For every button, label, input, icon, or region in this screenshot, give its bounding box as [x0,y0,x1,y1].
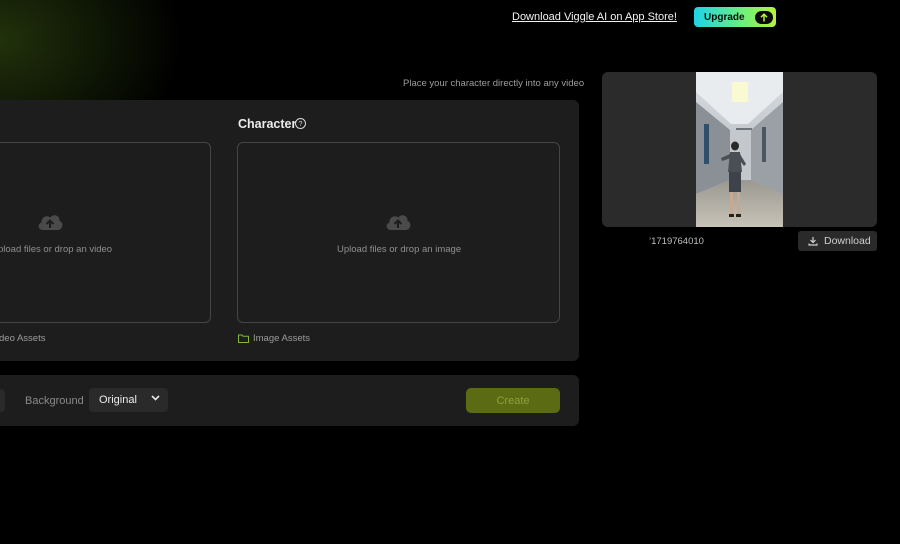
download-icon [808,237,818,246]
upload-cloud-icon [38,215,63,230]
cut-off-control[interactable] [0,389,5,412]
video-upload-text: pload files or drop an video [0,244,113,255]
tagline: Place your character directly into any v… [403,78,585,89]
result-file-name: ’1719764010 [649,236,704,247]
folder-icon [238,334,249,343]
background-select[interactable]: Original [89,388,168,412]
download-label: Download [824,235,871,247]
background-label: Background [25,395,84,407]
image-upload-text: Upload files or drop an image [337,244,462,255]
app-store-link[interactable]: Download Viggle AI on App Store! [512,11,677,23]
upload-cloud-icon [386,215,411,230]
upgrade-button[interactable]: Upgrade [694,7,776,27]
video-assets-link[interactable]: deo Assets [0,333,45,344]
result-preview[interactable] [602,72,877,227]
image-assets-link[interactable]: Image Assets [253,333,310,344]
arrow-up-icon [754,10,773,24]
chevron-down-icon [151,395,160,401]
video-dropzone[interactable] [0,142,211,323]
create-button[interactable]: Create [466,388,560,413]
download-button[interactable]: Download [798,231,877,251]
character-title: Character [238,117,297,131]
background-select-value: Original [99,394,137,406]
help-circle-icon[interactable]: ? [295,118,306,129]
upgrade-label: Upgrade [704,11,745,23]
create-label: Create [496,394,530,407]
result-thumbnail [696,72,783,227]
